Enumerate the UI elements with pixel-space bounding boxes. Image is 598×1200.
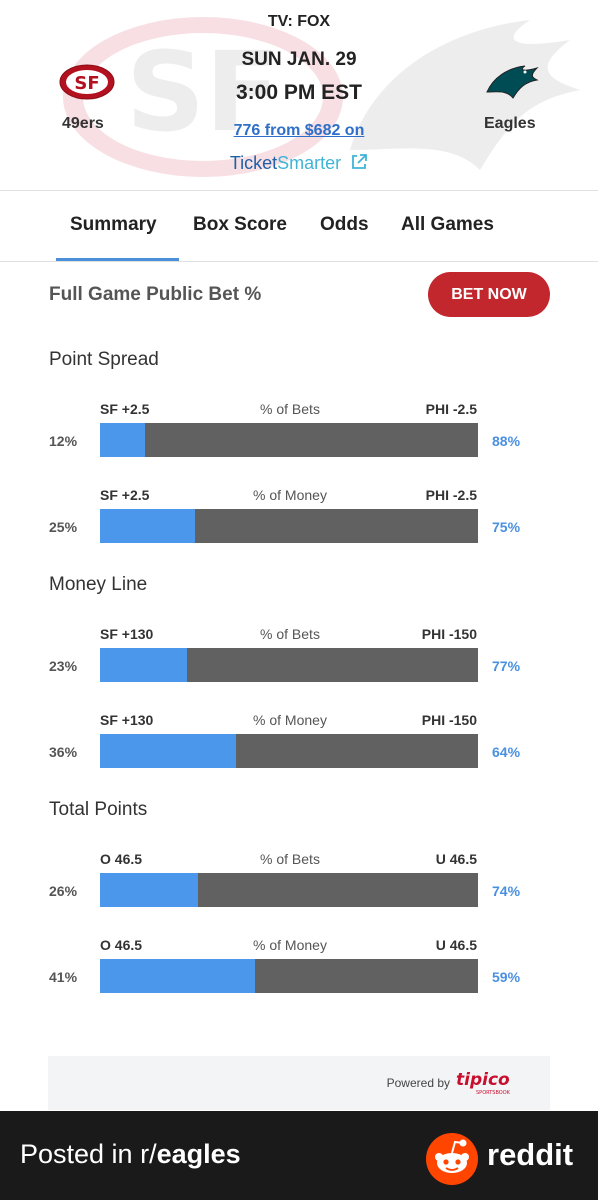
- home-team-name[interactable]: 49ers: [62, 115, 104, 133]
- bet-row: SF +130 % of Bets PHI -150 23% 77%: [0, 626, 598, 696]
- left-line-label: O 46.5: [100, 851, 143, 867]
- tab-bar: Summary Box Score Odds All Games: [0, 192, 598, 260]
- tab-odds[interactable]: Odds: [320, 214, 369, 236]
- metric-label: % of Money: [253, 712, 327, 728]
- tv-network: TV: FOX: [267, 13, 331, 30]
- tab-box-score[interactable]: Box Score: [193, 214, 287, 236]
- ticketsmarter-logo-part-a: Ticket: [229, 153, 278, 173]
- svg-text:tipico: tipico: [456, 1070, 510, 1090]
- left-line-label: SF +130: [100, 712, 154, 728]
- metric-label: % of Bets: [260, 401, 320, 417]
- reddit-logo-icon[interactable]: [426, 1133, 478, 1185]
- bet-row: SF +2.5 % of Bets PHI -2.5 12% 88%: [0, 401, 598, 471]
- right-line-label: PHI -150: [421, 712, 477, 728]
- reddit-wordmark: reddit: [487, 1137, 574, 1172]
- left-percent: 12%: [49, 433, 78, 449]
- powered-by-label: Powered by: [386, 1076, 450, 1090]
- reddit-footer: Posted in r/eagles reddit: [0, 1111, 598, 1200]
- section-title: Full Game Public Bet %: [49, 284, 262, 305]
- bet-row: SF +130 % of Money PHI -150 36% 64%: [0, 712, 598, 782]
- tipico-logo-icon: tipico SPORTSBOOK: [456, 1070, 511, 1096]
- 49ers-logo-icon[interactable]: SF: [59, 64, 115, 100]
- right-line-label: U 46.5: [435, 851, 477, 867]
- bet-row: O 46.5 % of Bets U 46.5 26% 74%: [0, 851, 598, 921]
- percentage-bar: [100, 734, 478, 768]
- right-line-label: PHI -2.5: [425, 487, 477, 503]
- group-title-money-line: Money Line: [49, 574, 148, 595]
- right-line-label: PHI -150: [421, 626, 477, 642]
- left-percent: 36%: [49, 744, 78, 760]
- left-line-label: SF +2.5: [100, 401, 150, 417]
- away-team-name[interactable]: Eagles: [484, 115, 536, 133]
- bar-fill: [100, 648, 187, 682]
- posted-prefix: Posted in r/: [20, 1139, 157, 1169]
- right-percent: 64%: [492, 744, 521, 760]
- bet-row: SF +2.5 % of Money PHI -2.5 25% 75%: [0, 487, 598, 557]
- right-percent: 75%: [492, 519, 521, 535]
- right-percent: 77%: [492, 658, 521, 674]
- right-line-label: U 46.5: [435, 937, 477, 953]
- external-link-icon: [352, 154, 368, 169]
- ticketsmarter-logo-part-b: Smarter: [277, 153, 342, 173]
- bet-row: O 46.5 % of Money U 46.5 41% 59%: [0, 937, 598, 1007]
- bar-fill: [100, 959, 255, 993]
- svg-text:SPORTSBOOK: SPORTSBOOK: [476, 1090, 511, 1096]
- left-percent: 23%: [49, 658, 78, 674]
- metric-label: % of Money: [253, 937, 327, 953]
- tab-all-games[interactable]: All Games: [401, 214, 494, 236]
- divider: [0, 261, 598, 262]
- right-percent: 74%: [492, 883, 521, 899]
- left-percent: 26%: [49, 883, 78, 899]
- bar-fill: [100, 509, 195, 543]
- powered-by-banner[interactable]: Powered by tipico SPORTSBOOK: [48, 1056, 550, 1110]
- left-line-label: O 46.5: [100, 937, 143, 953]
- percentage-bar: [100, 509, 478, 543]
- percentage-bar: [100, 873, 478, 907]
- left-line-label: SF +2.5: [100, 487, 150, 503]
- right-percent: 88%: [492, 433, 521, 449]
- group-title-total-points: Total Points: [49, 799, 148, 820]
- divider: [0, 190, 598, 191]
- left-percent: 25%: [49, 519, 78, 535]
- tab-summary[interactable]: Summary: [70, 214, 157, 236]
- left-percent: 41%: [49, 969, 78, 985]
- left-line-label: SF +130: [100, 626, 154, 642]
- metric-label: % of Money: [253, 487, 327, 503]
- group-title-point-spread: Point Spread: [49, 349, 159, 370]
- metric-label: % of Bets: [260, 851, 320, 867]
- svg-text:SF: SF: [74, 73, 99, 94]
- game-header: SF TV: FOX SUN JAN. 29 3:00 PM EST 776 f…: [0, 0, 598, 190]
- bar-fill: [100, 423, 146, 457]
- percentage-bar: [100, 648, 478, 682]
- metric-label: % of Bets: [260, 626, 320, 642]
- ticketsmarter-link[interactable]: TicketSmarter: [0, 153, 598, 174]
- percentage-bar: [100, 423, 478, 457]
- right-line-label: PHI -2.5: [425, 401, 477, 417]
- right-percent: 59%: [492, 969, 521, 985]
- percentage-bar: [100, 959, 478, 993]
- bar-fill: [100, 873, 199, 907]
- posted-in-label[interactable]: Posted in r/eagles: [20, 1139, 241, 1170]
- eagles-logo-icon[interactable]: [485, 60, 539, 100]
- subreddit-name: eagles: [156, 1139, 241, 1169]
- bar-fill: [100, 734, 237, 768]
- bet-now-button[interactable]: BET NOW: [428, 272, 550, 317]
